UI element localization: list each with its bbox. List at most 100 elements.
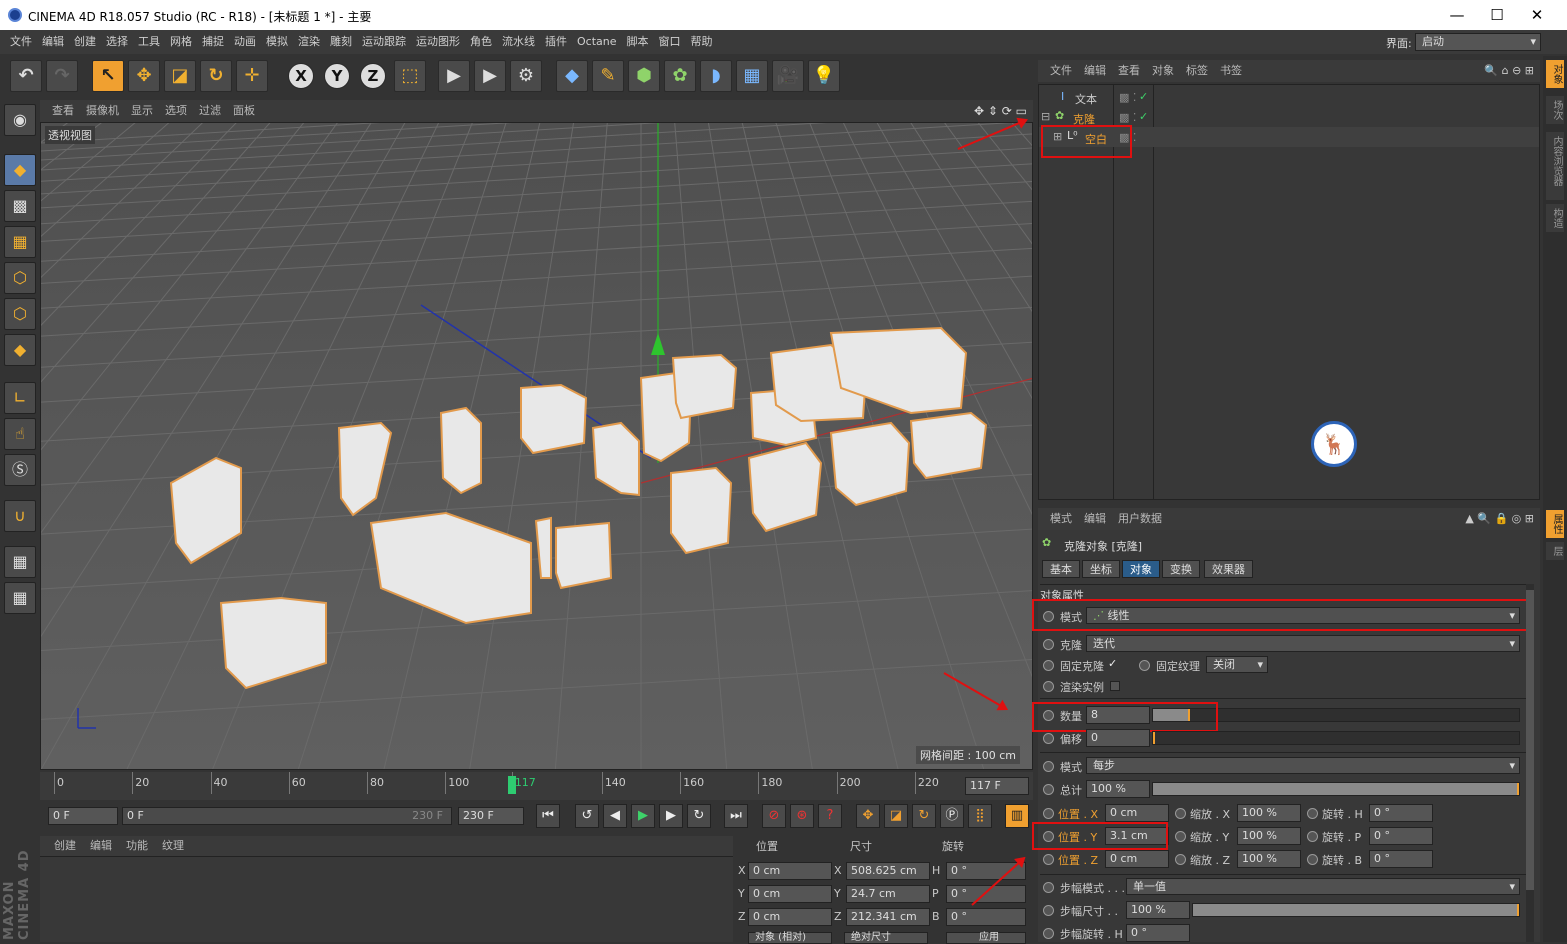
rot-p-input[interactable]: 0 °: [1369, 827, 1433, 845]
enabled-check-icon[interactable]: ✓: [1139, 110, 1148, 123]
snap-magnet-icon[interactable]: ∪: [4, 500, 36, 532]
solo-mode-icon[interactable]: Ⓢ: [4, 454, 36, 486]
maximize-button[interactable]: ☐: [1477, 4, 1517, 26]
timeline-window-icon[interactable]: ▥: [1005, 804, 1029, 828]
render-instance-animate-radio[interactable]: [1043, 681, 1054, 692]
rot-b-input[interactable]: 0 °: [1369, 850, 1433, 868]
object-menu-objects[interactable]: 对象: [1152, 60, 1174, 82]
transform-icon[interactable]: ✛: [236, 60, 268, 92]
tab-effectors[interactable]: 效果器: [1204, 560, 1253, 578]
z-axis-icon[interactable]: Z: [360, 63, 386, 89]
rot-h-input[interactable]: 0 °: [1369, 804, 1433, 822]
workplane-lock-icon[interactable]: ▦: [4, 546, 36, 578]
position-animate-radio[interactable]: [1043, 854, 1054, 865]
tab-layers[interactable]: 层: [1546, 542, 1564, 560]
redo-icon[interactable]: ↷: [46, 60, 78, 92]
menu-render[interactable]: 渲染: [298, 30, 320, 54]
menu-mesh[interactable]: 网格: [170, 30, 192, 54]
timeline-playhead[interactable]: [508, 776, 516, 794]
tab-attributes[interactable]: 属性: [1546, 510, 1564, 538]
coord-apply-button[interactable]: 应用: [946, 932, 1026, 944]
light-icon[interactable]: 💡: [808, 60, 840, 92]
material-menu-edit[interactable]: 编辑: [90, 836, 112, 856]
timeline[interactable]: 0 20 40 60 80 100 117 140 160 180 200 220 117 F: [40, 772, 1033, 800]
previous-frame-icon[interactable]: ◀: [603, 804, 627, 828]
material-menu-function[interactable]: 功能: [126, 836, 148, 856]
play-icon[interactable]: ▶: [631, 804, 655, 828]
key-pla-icon[interactable]: ⣿: [968, 804, 992, 828]
viewport-menu-cameras[interactable]: 摄像机: [86, 100, 119, 122]
tab-content-browser[interactable]: 内容浏览器: [1546, 132, 1564, 200]
go-to-end-icon[interactable]: ⏭: [724, 804, 748, 828]
scale-animate-radio[interactable]: [1175, 854, 1186, 865]
attr-tool-icons[interactable]: ▲ 🔍 🔒 ◎ ⊞: [1465, 508, 1534, 530]
total-animate-radio[interactable]: [1043, 784, 1054, 795]
menu-window[interactable]: 窗口: [659, 30, 681, 54]
step-mode-select[interactable]: 单一值 ▾: [1126, 878, 1520, 895]
layout-select[interactable]: 启动 ▾: [1415, 33, 1541, 51]
coord-position-input[interactable]: 0 cm: [748, 862, 832, 880]
floor-icon[interactable]: ▦: [736, 60, 768, 92]
end-frame-field[interactable]: 230 F: [458, 807, 524, 825]
attr-menu-edit[interactable]: 编辑: [1084, 508, 1106, 530]
tab-structure[interactable]: 构造: [1546, 204, 1564, 232]
menu-motion-tracking[interactable]: 运动跟踪: [362, 30, 406, 54]
scale-animate-radio[interactable]: [1175, 831, 1186, 842]
step-size-input[interactable]: 100 %: [1126, 901, 1190, 919]
step-rotation-input[interactable]: 0 °: [1126, 924, 1190, 942]
key-rotation-icon[interactable]: ↻: [912, 804, 936, 828]
menu-mograph[interactable]: 运动图形: [416, 30, 460, 54]
edges-mode-icon[interactable]: ⬡: [4, 298, 36, 330]
key-scale-icon[interactable]: ◪: [884, 804, 908, 828]
rotate-icon[interactable]: ↻: [200, 60, 232, 92]
scale-icon[interactable]: ◪: [164, 60, 196, 92]
step-mode-animate-radio[interactable]: [1043, 761, 1054, 772]
coord-system-icon[interactable]: ⬚: [394, 60, 426, 92]
viewport-menu-view[interactable]: 查看: [52, 100, 74, 122]
live-select-icon[interactable]: ↖: [92, 60, 124, 92]
attr-menu-mode[interactable]: 模式: [1050, 508, 1072, 530]
attr-scrollbar-thumb[interactable]: [1526, 590, 1534, 890]
current-frame-field[interactable]: 117 F: [965, 777, 1029, 795]
tab-transform[interactable]: 变换: [1162, 560, 1200, 578]
menu-octane[interactable]: Octane: [577, 30, 617, 54]
coord-position-input[interactable]: 0 cm: [748, 885, 832, 903]
fix-texture-select[interactable]: 关闭 ▾: [1206, 656, 1268, 673]
material-menu-texture[interactable]: 纹理: [162, 836, 184, 856]
visibility-dots-icon[interactable]: ▩ ⁚: [1119, 111, 1136, 124]
rotation-animate-radio[interactable]: [1307, 831, 1318, 842]
clone-animate-radio[interactable]: [1043, 639, 1054, 650]
position-animate-radio[interactable]: [1043, 808, 1054, 819]
menu-sculpt[interactable]: 雕刻: [330, 30, 352, 54]
coord-rotation-input[interactable]: 0 °: [946, 885, 1026, 903]
menu-simulate[interactable]: 模拟: [266, 30, 288, 54]
visibility-dots-icon[interactable]: ▩ ⁚: [1119, 91, 1136, 104]
menu-help[interactable]: 帮助: [691, 30, 713, 54]
fix-clone-checkbox[interactable]: ✓: [1108, 657, 1117, 670]
rotation-animate-radio[interactable]: [1307, 854, 1318, 865]
step-rotation-animate-radio[interactable]: [1043, 928, 1054, 939]
coord-size-input[interactable]: 212.341 cm: [846, 908, 930, 926]
fix-clone-animate-radio[interactable]: [1043, 660, 1054, 671]
undo-icon[interactable]: ↶: [10, 60, 42, 92]
total-input[interactable]: 100 %: [1086, 780, 1150, 798]
viewport-menu-panel[interactable]: 面板: [233, 100, 255, 122]
next-frame-icon[interactable]: ▶: [659, 804, 683, 828]
viewport-menu-options[interactable]: 选项: [165, 100, 187, 122]
viewport-menu-display[interactable]: 显示: [131, 100, 153, 122]
y-axis-icon[interactable]: Y: [324, 63, 350, 89]
timeline-ruler[interactable]: 0 20 40 60 80 100 117 140 160 180 200 220: [54, 772, 954, 798]
workplane-mode-icon[interactable]: ▦: [4, 226, 36, 258]
step-mode-single-animate-radio[interactable]: [1043, 882, 1054, 893]
menu-script[interactable]: 脚本: [627, 30, 649, 54]
pos-x-input[interactable]: 0 cm: [1105, 804, 1169, 822]
scale-z-input[interactable]: 100 %: [1237, 850, 1301, 868]
object-row-text[interactable]: Ι 文本 ▩ ⁚ ✓: [1039, 87, 1539, 107]
move-icon[interactable]: ✥: [128, 60, 160, 92]
coord-mode-select[interactable]: 对象 (相对): [748, 932, 832, 944]
menu-create[interactable]: 创建: [74, 30, 96, 54]
offset-input[interactable]: 0: [1086, 729, 1150, 747]
cube-icon[interactable]: ◆: [556, 60, 588, 92]
perspective-viewport[interactable]: 透视视图 网格间距 : 100 cm: [40, 122, 1033, 770]
tab-takes[interactable]: 场次: [1546, 96, 1564, 124]
